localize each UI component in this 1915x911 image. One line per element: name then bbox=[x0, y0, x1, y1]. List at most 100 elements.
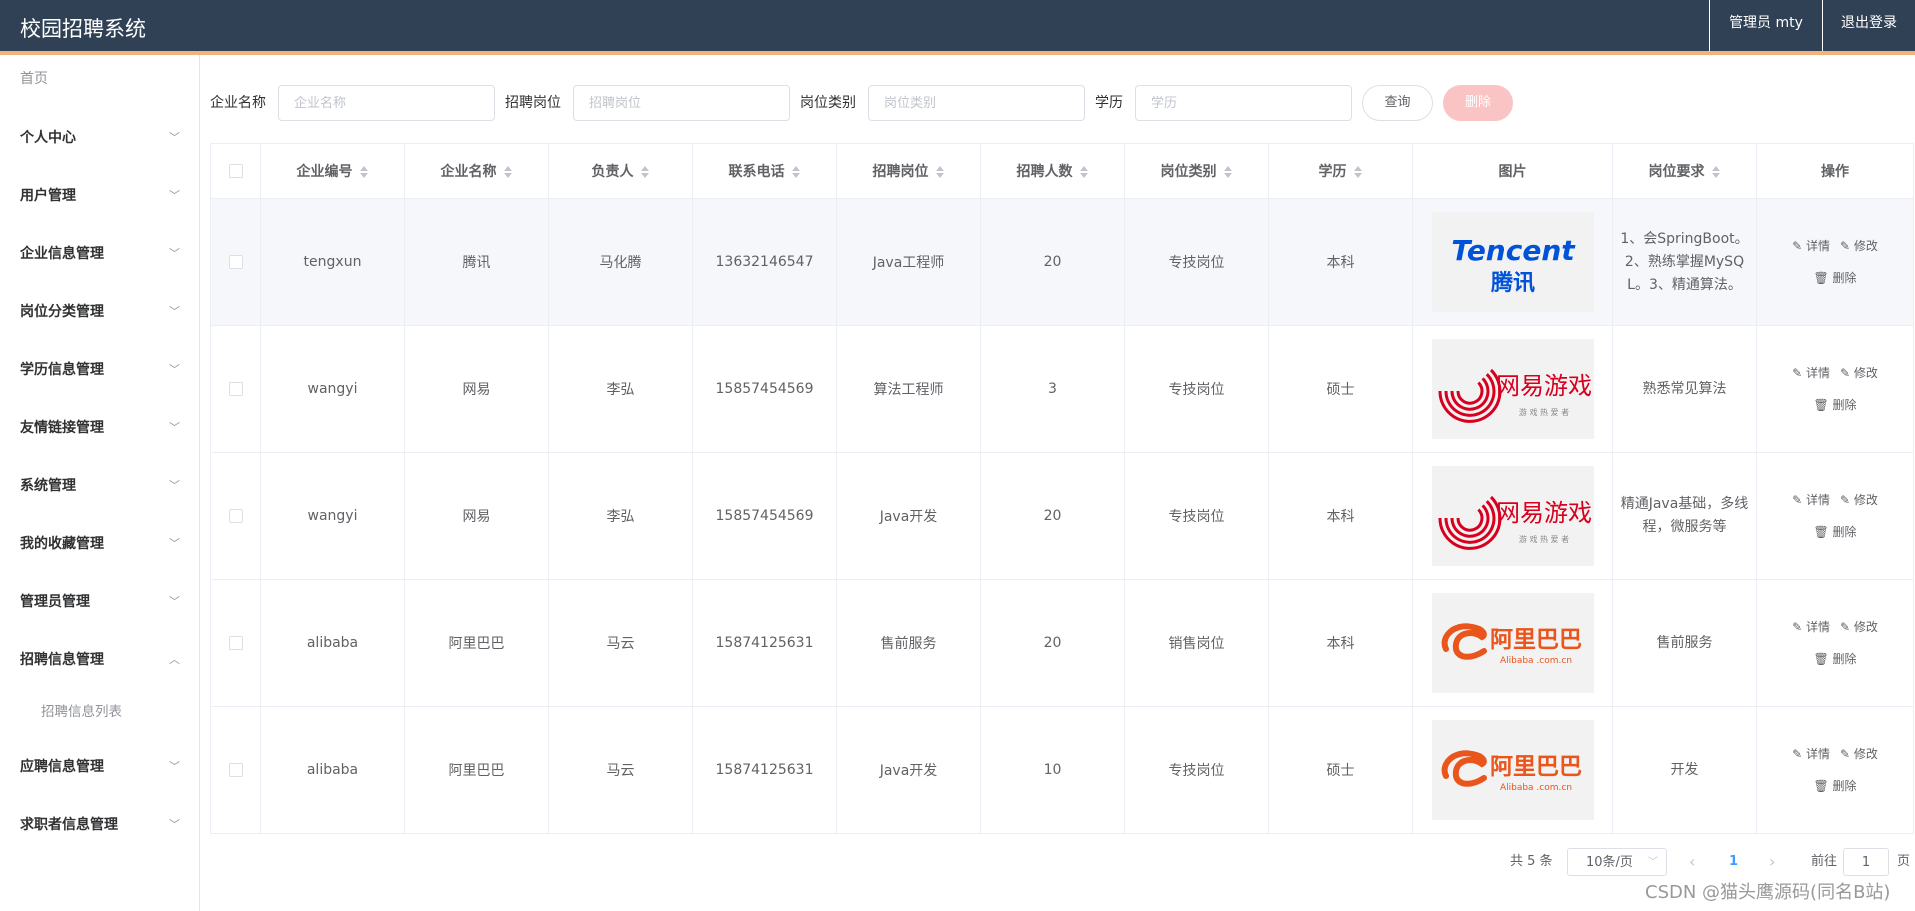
edit-button[interactable]: ✎ 修改 bbox=[1840, 484, 1878, 516]
alibaba-logo-image: 阿里巴巴 Alibaba .com.cn bbox=[1431, 720, 1594, 820]
table-row[interactable]: wangyi 网易 李弘 15857454569 算法工程师 3 专技岗位 硕士 网易游戏游 戏… bbox=[210, 325, 1914, 453]
sidebar-item[interactable]: 系统管理 ﹀ bbox=[20, 471, 180, 501]
column-header[interactable]: 企业名称 bbox=[404, 143, 549, 199]
row-checkbox[interactable] bbox=[228, 763, 243, 777]
education-input[interactable] bbox=[1135, 85, 1352, 121]
row-select-cell[interactable] bbox=[210, 579, 261, 707]
column-header[interactable]: 负责人 bbox=[548, 143, 693, 199]
chevron-down-icon: ﹀ bbox=[169, 421, 180, 434]
table-row[interactable]: alibaba 阿里巴巴 马云 15874125631 Java开发 10 专技岗位 硕士 阿里… bbox=[210, 706, 1914, 834]
cell-edu: 本科 bbox=[1268, 452, 1413, 580]
column-header[interactable]: 联系电话 bbox=[692, 143, 837, 199]
requirement-text: 1、会SpringBoot。2、熟练掌握MySQL。3、精通算法。 bbox=[1620, 230, 1749, 293]
sort-icon[interactable] bbox=[1353, 166, 1363, 178]
logout-button[interactable]: 退出登录 bbox=[1822, 0, 1915, 51]
sort-icon[interactable] bbox=[1079, 166, 1089, 178]
sort-icon[interactable] bbox=[503, 166, 513, 178]
edit-icon: ✎ bbox=[1840, 747, 1854, 761]
detail-button[interactable]: ✎ 详情 bbox=[1792, 357, 1830, 389]
company-name-input[interactable] bbox=[278, 85, 495, 121]
sidebar-item[interactable]: 企业信息管理 ﹀ bbox=[20, 239, 180, 269]
sidebar-item-label: 求职者信息管理 bbox=[20, 817, 118, 833]
sort-icon[interactable] bbox=[640, 166, 650, 178]
position-label: 招聘岗位 bbox=[505, 95, 561, 111]
sidebar-item[interactable]: 友情链接管理 ﹀ bbox=[20, 413, 180, 443]
edit-button[interactable]: ✎ 修改 bbox=[1840, 230, 1878, 262]
cell-company: 网易 bbox=[404, 325, 549, 453]
column-header[interactable]: 招聘人数 bbox=[980, 143, 1125, 199]
current-page[interactable]: 1 bbox=[1729, 848, 1738, 876]
sort-icon[interactable] bbox=[791, 166, 801, 178]
sidebar-item[interactable]: 个人中心 ﹀ bbox=[20, 123, 180, 153]
row-select-cell[interactable] bbox=[210, 706, 261, 834]
edit-button[interactable]: ✎ 修改 bbox=[1840, 738, 1878, 770]
column-header[interactable]: 企业编号 bbox=[260, 143, 405, 199]
row-select-cell[interactable] bbox=[210, 198, 261, 326]
next-page-icon[interactable]: › bbox=[1769, 848, 1775, 876]
query-button[interactable]: 查询 bbox=[1362, 85, 1433, 121]
category-input[interactable] bbox=[868, 85, 1085, 121]
detail-button[interactable]: ✎ 详情 bbox=[1792, 611, 1830, 643]
cell-count: 20 bbox=[980, 198, 1125, 326]
batch-delete-button[interactable]: 删除 bbox=[1443, 85, 1513, 121]
sidebar-item[interactable]: 管理员管理 ﹀ bbox=[20, 587, 180, 617]
cell-requirement: 熟悉常见算法 bbox=[1612, 325, 1757, 453]
sort-icon[interactable] bbox=[359, 166, 369, 178]
sidebar-subitem-recruitment-list[interactable]: 招聘信息列表 bbox=[41, 700, 122, 720]
chevron-down-icon: ﹀ bbox=[169, 760, 180, 773]
cell-person: 李弘 bbox=[548, 325, 693, 453]
education-label: 学历 bbox=[1095, 95, 1123, 111]
row-select-cell[interactable] bbox=[210, 325, 261, 453]
detail-button[interactable]: ✎ 详情 bbox=[1792, 230, 1830, 262]
prev-page-icon[interactable]: ‹ bbox=[1689, 848, 1695, 876]
table-row[interactable]: alibaba 阿里巴巴 马云 15874125631 售前服务 20 销售岗位 本科 阿里巴巴… bbox=[210, 579, 1914, 707]
cell-logo: 网易游戏游 戏 热 爱 者 bbox=[1412, 452, 1613, 580]
trash-icon: 🗑 bbox=[1813, 779, 1833, 793]
cell-actions: ✎ 详情 ✎ 修改 🗑 删除 bbox=[1756, 452, 1914, 580]
admin-user-button[interactable]: 管理员 mty bbox=[1709, 0, 1822, 51]
cell-requirement: 售前服务 bbox=[1612, 579, 1757, 707]
column-header[interactable]: 岗位类别 bbox=[1124, 143, 1269, 199]
sort-icon[interactable] bbox=[1223, 166, 1233, 178]
sidebar-item-home[interactable]: 首页 bbox=[20, 68, 48, 88]
sidebar-item[interactable]: 用户管理 ﹀ bbox=[20, 181, 180, 211]
page-size-select[interactable]: 10条/页 ﹀ bbox=[1567, 848, 1667, 876]
goto-page-input[interactable]: 1 bbox=[1843, 848, 1889, 876]
position-input[interactable] bbox=[573, 85, 790, 121]
delete-button[interactable]: 🗑 删除 bbox=[1813, 770, 1856, 802]
sidebar-item[interactable]: 应聘信息管理 ﹀ bbox=[20, 752, 180, 782]
detail-button[interactable]: ✎ 详情 bbox=[1792, 738, 1830, 770]
detail-button[interactable]: ✎ 详情 bbox=[1792, 484, 1830, 516]
cell-person: 马云 bbox=[548, 579, 693, 707]
delete-button[interactable]: 🗑 删除 bbox=[1813, 516, 1856, 548]
delete-button[interactable]: 🗑 删除 bbox=[1813, 643, 1856, 675]
delete-button[interactable]: 🗑 删除 bbox=[1813, 389, 1856, 421]
row-checkbox[interactable] bbox=[228, 509, 243, 523]
svg-text:阿里巴巴: 阿里巴巴 bbox=[1490, 754, 1582, 780]
table-row[interactable]: wangyi 网易 李弘 15857454569 Java开发 20 专技岗位 本科 网易游戏游… bbox=[210, 452, 1914, 580]
select-all-checkbox[interactable] bbox=[228, 164, 243, 178]
row-checkbox[interactable] bbox=[228, 636, 243, 650]
column-header[interactable]: 岗位要求 bbox=[1612, 143, 1757, 199]
sidebar-item[interactable]: 我的收藏管理 ﹀ bbox=[20, 529, 180, 559]
column-header[interactable]: 招聘岗位 bbox=[836, 143, 981, 199]
sidebar-item[interactable]: 招聘信息管理 ︿ bbox=[20, 645, 180, 675]
row-checkbox[interactable] bbox=[228, 255, 243, 269]
cell-count: 20 bbox=[980, 452, 1125, 580]
sidebar-item-label: 系统管理 bbox=[20, 478, 76, 494]
select-all-cell[interactable] bbox=[210, 143, 261, 199]
row-select-cell[interactable] bbox=[210, 452, 261, 580]
column-header[interactable]: 学历 bbox=[1268, 143, 1413, 199]
table-row[interactable]: tengxun 腾讯 马化腾 13632146547 Java工程师 20 专技岗位 本科 Te… bbox=[210, 198, 1914, 326]
row-checkbox[interactable] bbox=[228, 382, 243, 396]
sort-icon[interactable] bbox=[1711, 166, 1721, 178]
edit-button[interactable]: ✎ 修改 bbox=[1840, 357, 1878, 389]
trash-icon: 🗑 bbox=[1813, 525, 1833, 539]
sidebar-item[interactable]: 学历信息管理 ﹀ bbox=[20, 355, 180, 385]
trash-icon: 🗑 bbox=[1813, 398, 1833, 412]
delete-button[interactable]: 🗑 删除 bbox=[1813, 262, 1856, 294]
edit-button[interactable]: ✎ 修改 bbox=[1840, 611, 1878, 643]
sidebar-item[interactable]: 岗位分类管理 ﹀ bbox=[20, 297, 180, 327]
sort-icon[interactable] bbox=[935, 166, 945, 178]
sidebar-item[interactable]: 求职者信息管理 ﹀ bbox=[20, 810, 180, 840]
